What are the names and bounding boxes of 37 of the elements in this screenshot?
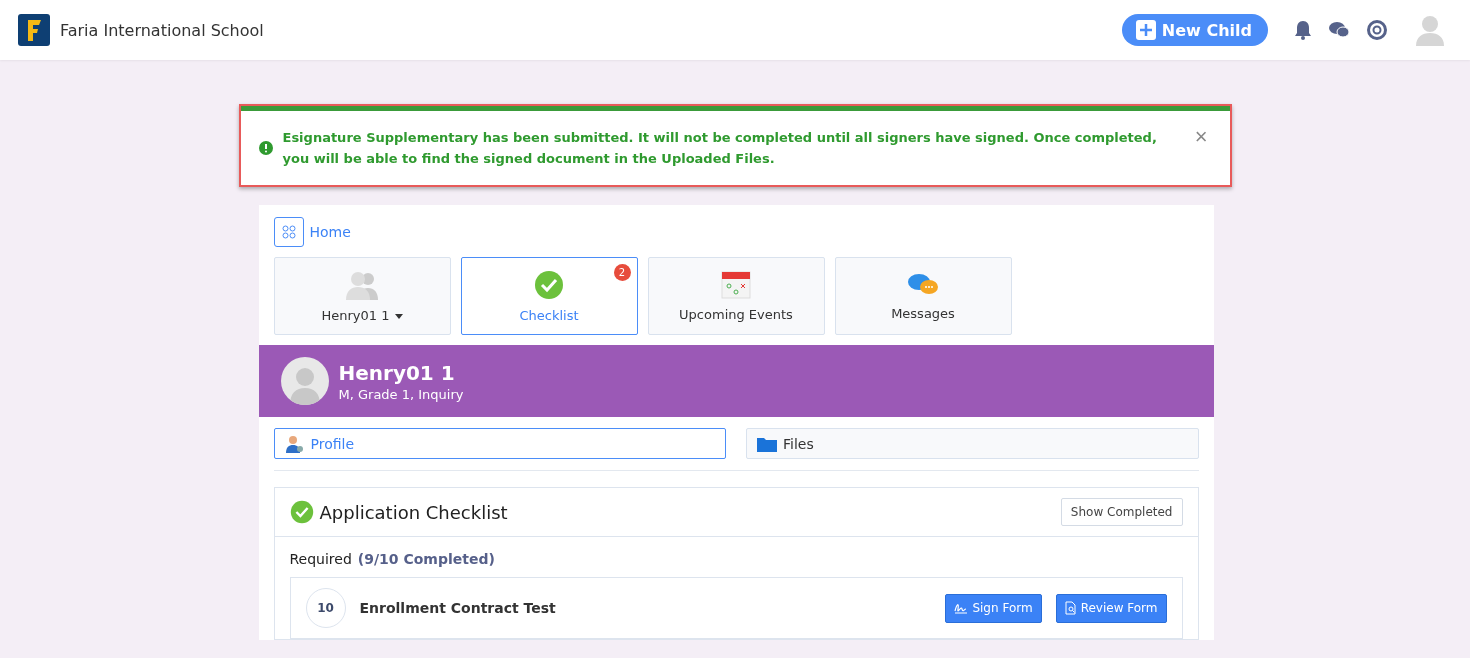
school-logo [18,14,50,46]
document-search-icon [1064,601,1077,615]
exclamation-icon [258,141,273,155]
signature-icon [954,602,969,614]
close-button[interactable]: × [1194,127,1208,147]
calendar-icon [721,270,751,299]
bell-icon[interactable] [1294,20,1312,40]
section-tab[interactable]: Profile [273,428,726,459]
progress-count: (9/10 Completed) [357,551,495,567]
student-name: Henry01 1 [338,360,456,385]
school-name: Faria International School [60,20,265,40]
section-label: Required [289,551,352,567]
help-icon[interactable] [1366,19,1388,41]
nav-tile[interactable]: Upcoming Events [647,257,825,335]
count-badge: 2 [613,264,631,281]
nav-tile[interactable]: Checklist 2 [460,257,638,335]
grid-icon [273,217,304,247]
form-button[interactable]: Review Form [1055,593,1167,623]
user-gear-icon [284,433,305,454]
plus-icon [1135,20,1156,40]
chat-icon[interactable] [1328,20,1350,40]
folder-icon [757,435,777,452]
caret-icon [394,313,403,319]
nav-tile[interactable]: Henry01 1 [273,257,451,335]
check-circle-icon [534,269,564,300]
check-circle-icon [289,500,314,524]
item-name: Enrollment Contract Test [359,600,557,616]
avatar-silhouette [280,357,329,405]
alert-message: Esignature Supplementary has been submitted. It will not be completed until all signers have signed. Once completed, you will be able to find the signed document in the Uploaded Files. [282,129,1158,168]
new-child-button[interactable]: New Child [1121,14,1268,46]
show-completed-button[interactable]: Show Completed [1060,498,1183,526]
home-link[interactable]: Home [273,217,351,247]
section-tab[interactable]: Files [746,428,1199,459]
form-button[interactable]: Sign Form [945,593,1042,623]
panel-title: Application Checklist [319,501,509,523]
nav-tile[interactable]: Messages [834,257,1012,335]
student-details: M, Grade 1, Inquiry [338,386,464,402]
